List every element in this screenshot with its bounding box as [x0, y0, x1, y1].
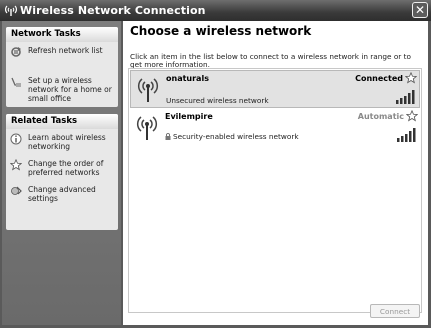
refresh-network-list-label: Refresh network list [28, 46, 103, 55]
wireless-network-window: Wireless Network Connection ✕ Network Ta… [0, 0, 431, 328]
main-content: Choose a wireless network Click an item … [123, 21, 428, 325]
network-list[interactable]: onaturals Unsecured wireless network Con… [128, 68, 422, 313]
network-name: Evilempire [165, 112, 213, 121]
page-title: Choose a wireless network [130, 24, 312, 38]
related-tasks-heading[interactable]: Related Tasks [6, 114, 118, 129]
connect-button[interactable]: Connect [370, 304, 420, 318]
change-advanced-settings-label: Change advanced settings [28, 185, 96, 203]
setup-wireless-network-label: Set up a wireless network for a home or … [28, 76, 112, 103]
window-title: Wireless Network Connection [20, 4, 206, 17]
network-tasks-heading[interactable]: Network Tasks [6, 27, 118, 42]
wireless-antenna-icon [5, 5, 17, 16]
network-item-evilempire[interactable]: Evilempire Security-enabled wireless net… [130, 109, 420, 147]
preferred-star-icon[interactable] [406, 110, 418, 122]
close-icon: ✕ [414, 3, 426, 17]
network-security-row: Security-enabled wireless network [165, 132, 299, 141]
change-advanced-settings-link[interactable]: Change advanced settings [9, 185, 115, 205]
instruction-text: Click an item in the list below to conne… [130, 52, 411, 69]
network-item-onaturals[interactable]: onaturals Unsecured wireless network Con… [130, 70, 420, 108]
close-button[interactable]: ✕ [412, 2, 428, 18]
learn-wireless-link[interactable]: Learn about wireless networking [9, 133, 115, 153]
info-icon [10, 133, 22, 145]
change-network-order-label: Change the order of preferred networks [28, 159, 104, 177]
change-network-order-link[interactable]: Change the order of preferred networks [9, 159, 115, 179]
network-status: Connected [355, 74, 403, 83]
wireless-antenna-icon [137, 78, 159, 102]
signal-strength-icon [397, 128, 416, 142]
star-icon [10, 159, 22, 171]
network-tasks-panel: Network Tasks Refresh network list Set u… [6, 27, 118, 107]
setup-wireless-network-link[interactable]: Set up a wireless network for a home or … [9, 76, 115, 103]
refresh-network-list-link[interactable]: Refresh network list [9, 46, 115, 66]
preferred-star-icon[interactable] [405, 72, 417, 84]
network-security-description: Security-enabled wireless network [173, 132, 299, 141]
task-sidebar: Network Tasks Refresh network list Set u… [2, 21, 121, 325]
learn-wireless-label: Learn about wireless networking [28, 133, 106, 151]
refresh-icon [11, 47, 21, 57]
wireless-antenna-icon [136, 116, 158, 140]
signal-strength-icon [396, 90, 415, 104]
network-name: onaturals [166, 74, 209, 83]
network-status: Automatic [357, 112, 404, 121]
network-security-description: Unsecured wireless network [166, 96, 269, 105]
related-tasks-panel: Related Tasks Learn about wireless netwo… [6, 114, 118, 230]
settings-icon [11, 186, 22, 195]
title-bar[interactable]: Wireless Network Connection ✕ [0, 0, 431, 21]
setup-wizard-icon [11, 77, 21, 87]
lock-icon [165, 133, 171, 140]
